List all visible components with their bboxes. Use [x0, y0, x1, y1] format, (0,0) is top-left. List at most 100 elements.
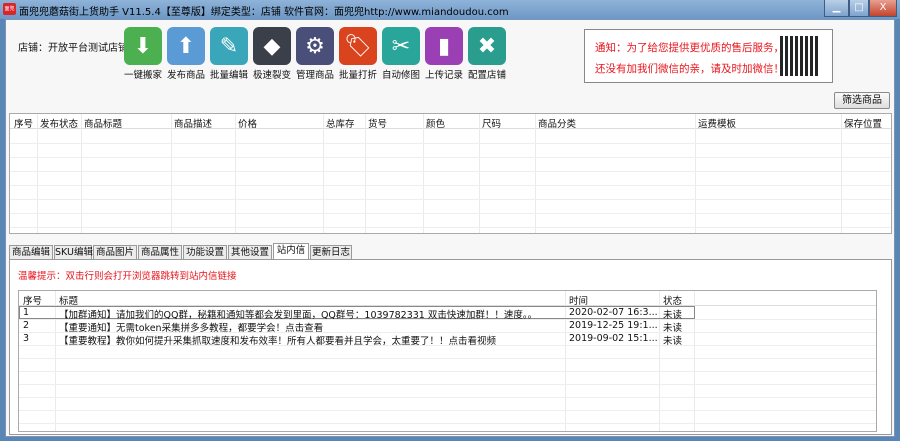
messages-table[interactable]: 序号 标题 时间 状态 1 【加群通知】请加我们的QQ群，秘籍和通知等都会发到里面，QQ… [18, 290, 877, 432]
cloud-upload-icon: ⬆ [167, 27, 205, 65]
row-line [10, 227, 891, 228]
window-title: 面兜兜蘑菇街上货助手 V11.5.4【至尊版】绑定类型：店铺 软件官网：面兜兜h… [19, 7, 509, 18]
toolbar-label: 配置店铺 [467, 70, 506, 81]
row-line [19, 345, 876, 346]
message-no: 3 [23, 333, 30, 344]
message-row[interactable]: 1 【加群通知】请加我们的QQ群，秘籍和通知等都会发到里面，QQ群号：103978… [19, 306, 695, 321]
toolbar-button-4[interactable]: ⚙ 管理商品 [294, 27, 336, 81]
column-header[interactable]: 颜色 [426, 116, 445, 130]
column-divider [81, 114, 82, 233]
message-time: 2019-09-02 15:1... [569, 333, 658, 344]
column-divider [171, 114, 172, 233]
column-divider [695, 114, 696, 233]
row-line [19, 319, 876, 320]
tab-1[interactable]: SKU编辑 [54, 245, 93, 260]
message-row[interactable]: 3 【重要教程】教你如何提升采集抓取速度和发布效率！所有人都要看并且学会，太重要了… [19, 332, 876, 347]
tab-3[interactable]: 商品属性 [138, 245, 182, 260]
message-row[interactable]: 2 【重要通知】无需token采集拼多多教程，都要学会！点击查看 2019-12-2… [19, 319, 876, 334]
row-line [19, 332, 876, 333]
row-line [19, 410, 876, 411]
column-header[interactable]: 序号 [23, 293, 42, 307]
toolbar-button-1[interactable]: ⬆ 发布商品 [165, 27, 207, 81]
edit-document-icon: ✎ [210, 27, 248, 65]
product-table-header: 序号 发布状态 商品标题 商品描述 价格 总库存 货号 颜色 尺码 商品分类 运费模板 保存位置 [10, 114, 891, 130]
close-button[interactable]: X [869, 0, 897, 17]
qr-code-icon [780, 36, 820, 76]
minimize-button[interactable]: ▁ [824, 0, 849, 17]
tab-0[interactable]: 商品编辑 [9, 245, 53, 260]
column-header[interactable]: 总库存 [326, 116, 355, 130]
toolbar-label: 上传记录 [424, 70, 463, 81]
toolbar-label: 极速裂变 [252, 70, 291, 81]
tab-4[interactable]: 功能设置 [183, 245, 227, 260]
shop-label: 店铺：开放平台测试店铺 [18, 43, 128, 54]
column-header[interactable]: 货号 [368, 116, 387, 130]
row-line [10, 143, 891, 144]
notice-box: 通知：为了给您提供更优质的售后服务， 还没有加我们微信的亲，请及时加微信！ [584, 29, 833, 83]
toolbar-button-0[interactable]: ⬇ 一键搬家 [122, 27, 164, 81]
hint-text: 温馨提示：双击行则会打开浏览器跳转到站内信链接 [18, 271, 237, 282]
layers-icon: ◆ [253, 27, 291, 65]
column-header[interactable]: 时间 [569, 293, 588, 307]
bookmark-icon: ▮ [425, 27, 463, 65]
toolbar-button-7[interactable]: ▮ 上传记录 [423, 27, 465, 81]
notice-line-1: 通知：为了给您提供更优质的售后服务， [595, 42, 784, 54]
column-divider [841, 114, 842, 233]
row-line [19, 423, 876, 424]
toolbar-label: 批量编辑 [209, 70, 248, 81]
toolbar-button-6[interactable]: ✂ 自动修图 [380, 27, 422, 81]
column-divider [37, 114, 38, 233]
scissors-icon: ✂ [382, 27, 420, 65]
maximize-button[interactable]: □ [849, 0, 869, 17]
tab-2[interactable]: 商品图片 [93, 245, 137, 260]
gear-icon: ⚙ [296, 27, 334, 65]
toolbar-label: 自动修图 [381, 70, 420, 81]
filter-products-button[interactable]: 筛选商品 [834, 92, 890, 109]
column-header[interactable]: 价格 [238, 116, 257, 130]
column-header[interactable]: 商品描述 [174, 116, 212, 130]
toolbar-button-5[interactable]: 🏷 批量打折 [337, 27, 379, 81]
column-divider [479, 114, 480, 233]
tab-7[interactable]: 更新日志 [310, 245, 352, 260]
column-divider [235, 114, 236, 233]
app-logo-icon: 面兜 [3, 3, 16, 15]
row-line [10, 171, 891, 172]
messages-table-header: 序号 标题 时间 状态 [19, 291, 876, 307]
column-header[interactable]: 标题 [59, 293, 78, 307]
toolbar-label: 一键搬家 [123, 70, 162, 81]
tag-icon: 🏷 [339, 27, 377, 65]
column-header[interactable]: 商品分类 [538, 116, 576, 130]
toolbar-button-8[interactable]: ✖ 配置店铺 [466, 27, 508, 81]
toolbar-button-3[interactable]: ◆ 极速裂变 [251, 27, 293, 81]
column-header[interactable]: 发布状态 [40, 116, 78, 130]
tab-5[interactable]: 其他设置 [228, 245, 272, 260]
messages-panel: 温馨提示：双击行则会打开浏览器跳转到站内信链接 序号 标题 时间 状态 1 【加群通知】… [9, 259, 892, 435]
toolbar-label: 发布商品 [166, 70, 205, 81]
tools-icon: ✖ [468, 27, 506, 65]
cloud-download-icon: ⬇ [124, 27, 162, 65]
column-header[interactable]: 运费模板 [698, 116, 736, 130]
column-header[interactable]: 商品标题 [84, 116, 122, 130]
row-line [19, 371, 876, 372]
toolbar-button-2[interactable]: ✎ 批量编辑 [208, 27, 250, 81]
column-header[interactable]: 尺码 [482, 116, 501, 130]
title-bar: 面兜 面兜兜蘑菇街上货助手 V11.5.4【至尊版】绑定类型：店铺 软件官网：面… [0, 0, 900, 19]
row-line [10, 157, 891, 158]
toolbar-label: 管理商品 [295, 70, 334, 81]
message-time: 2019-12-25 19:1... [569, 320, 658, 331]
toolbar-label: 批量打折 [338, 70, 377, 81]
message-no: 2 [23, 320, 30, 331]
notice-line-2: 还没有加我们微信的亲，请及时加微信！ [595, 63, 784, 75]
column-divider [423, 114, 424, 233]
row-line [19, 358, 876, 359]
product-table[interactable]: 序号 发布状态 商品标题 商品描述 价格 总库存 货号 颜色 尺码 商品分类 运费模板 保存位置 [9, 113, 892, 234]
row-line [10, 185, 891, 186]
column-header[interactable]: 序号 [14, 116, 33, 130]
column-header[interactable]: 保存位置 [844, 116, 882, 130]
column-header[interactable]: 状态 [663, 293, 682, 307]
row-line [19, 384, 876, 385]
message-no: 1 [23, 307, 30, 318]
column-divider [323, 114, 324, 233]
row-line [10, 199, 891, 200]
main-window: 店铺：开放平台测试店铺 ⬇ 一键搬家 ⬆ 发布商品 ✎ 批量编辑 ◆ 极速裂变 ⚙ 管理商品 🏷 批量… [5, 19, 895, 437]
